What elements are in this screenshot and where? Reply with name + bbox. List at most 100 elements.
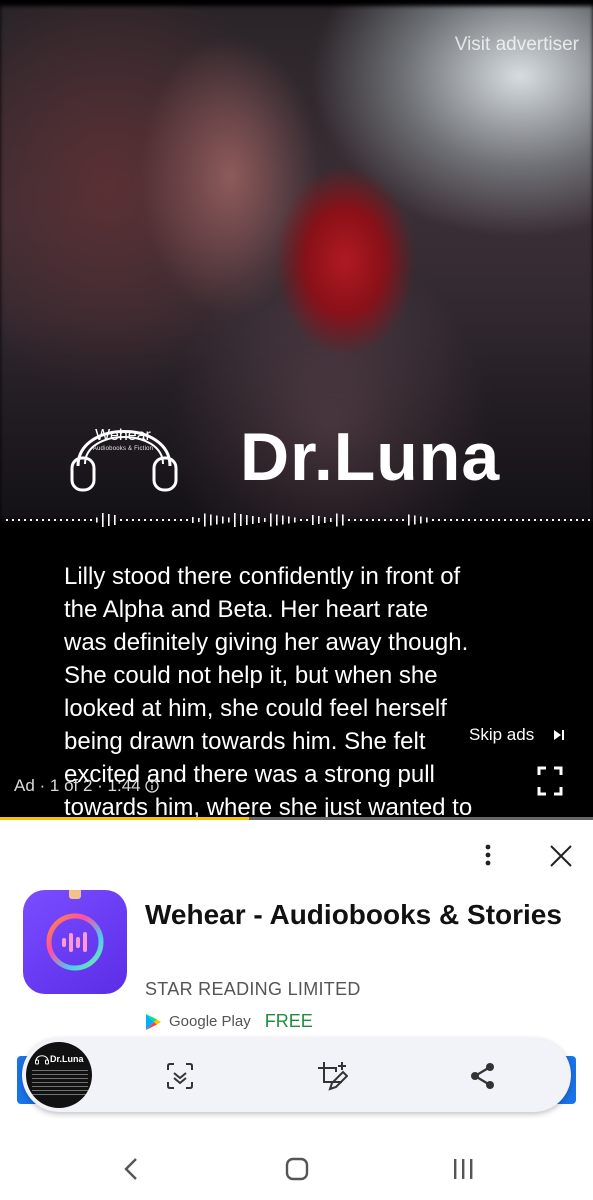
- waveform-tick: [504, 519, 506, 521]
- waveform-tick: [234, 513, 236, 527]
- more-vert-icon[interactable]: [476, 843, 500, 867]
- waveform-tick: [102, 513, 104, 527]
- video-player[interactable]: Visit advertiser Wehear Audiobooks & Fic…: [0, 0, 593, 820]
- logo-tagline: Audiobooks & Fiction: [92, 446, 154, 452]
- waveform-tick: [30, 519, 32, 521]
- home-icon[interactable]: [282, 1156, 312, 1182]
- waveform-tick: [486, 519, 488, 521]
- waveform-tick: [510, 519, 512, 521]
- waveform-tick: [204, 513, 206, 527]
- waveform-tick: [66, 519, 68, 521]
- waveform-tick: [126, 519, 128, 521]
- info-icon[interactable]: [144, 779, 159, 793]
- price-label: FREE: [264, 1011, 313, 1031]
- waveform-tick: [210, 514, 212, 526]
- waveform-tick: [414, 515, 416, 525]
- waveform-tick: [540, 519, 542, 521]
- waveform-tick: [498, 519, 500, 521]
- waveform-tick: [42, 519, 44, 521]
- waveform-tick: [78, 519, 80, 521]
- waveform-tick: [378, 519, 380, 521]
- waveform-tick: [90, 519, 92, 521]
- store-label: Google Play: [169, 1013, 251, 1030]
- fullscreen-icon[interactable]: [537, 766, 563, 796]
- waveform-tick: [546, 519, 548, 521]
- waveform-tick: [96, 517, 98, 523]
- skip-ads-button[interactable]: Skip ads: [455, 720, 577, 750]
- wehear-headphones-logo: Wehear Audiobooks & Fiction: [68, 400, 180, 496]
- share-icon[interactable]: [467, 1060, 499, 1092]
- waveform-tick: [222, 516, 224, 524]
- waveform-tick: [54, 519, 56, 521]
- waveform-tick: [294, 517, 296, 523]
- waveform-tick: [348, 519, 350, 521]
- ad-counter[interactable]: Ad · 1 of 2 · 1:44: [14, 776, 159, 796]
- waveform-tick: [354, 519, 356, 521]
- back-icon[interactable]: [117, 1156, 147, 1182]
- waveform-tick: [246, 515, 248, 525]
- waveform-tick: [18, 519, 20, 521]
- waveform-tick: [270, 513, 272, 527]
- waveform-tick: [24, 519, 26, 521]
- waveform-tick: [180, 519, 182, 521]
- waveform-tick: [570, 519, 572, 521]
- waveform-tick: [480, 519, 482, 521]
- ad-progress-fill: [0, 817, 250, 820]
- waveform-tick: [468, 519, 470, 521]
- waveform-tick: [252, 516, 254, 524]
- crop-edit-icon[interactable]: [316, 1060, 348, 1092]
- video-title: Dr.Luna: [240, 419, 501, 495]
- waveform-tick: [564, 519, 566, 521]
- waveform-tick: [396, 519, 398, 521]
- audio-waveform: [6, 513, 590, 527]
- waveform-tick: [264, 518, 266, 522]
- waveform-tick: [342, 514, 344, 526]
- waveform-tick: [534, 519, 536, 521]
- waveform-tick: [144, 519, 146, 521]
- waveform-tick: [192, 517, 194, 523]
- waveform-tick: [12, 519, 14, 521]
- waveform-tick: [516, 519, 518, 521]
- screenshot-thumbnail[interactable]: Dr.Luna: [26, 1042, 92, 1108]
- waveform-tick: [588, 519, 590, 521]
- app-ad-card[interactable]: Wehear - Audiobooks & Stories STAR READI…: [0, 821, 593, 1071]
- developer-name: STAR READING LIMITED: [145, 979, 361, 999]
- waveform-tick: [336, 513, 338, 527]
- waveform-tick: [312, 515, 314, 525]
- waveform-tick: [438, 519, 440, 521]
- wehear-app-icon[interactable]: [23, 890, 127, 994]
- waveform-tick: [216, 515, 218, 525]
- waveform-tick: [522, 519, 524, 521]
- waveform-tick: [228, 517, 230, 523]
- skip-next-icon: [554, 730, 565, 740]
- recent-apps-icon[interactable]: [448, 1156, 478, 1182]
- waveform-tick: [444, 519, 446, 521]
- visit-advertiser-link[interactable]: Visit advertiser: [455, 34, 579, 56]
- waveform-tick: [132, 519, 134, 521]
- screenshot-toolbar: Dr.Luna: [22, 1038, 571, 1112]
- skip-ads-label: Skip ads: [469, 725, 535, 744]
- waveform-tick: [36, 519, 38, 521]
- close-icon[interactable]: [548, 843, 574, 869]
- logo-wordmark: Wehear: [95, 427, 151, 444]
- waveform-tick: [366, 519, 368, 521]
- waveform-tick: [162, 519, 164, 521]
- waveform-tick: [318, 516, 320, 524]
- audio-ring-icon: [46, 913, 104, 971]
- waveform-tick: [528, 519, 530, 521]
- scroll-capture-icon[interactable]: [164, 1060, 196, 1092]
- waveform-tick: [456, 519, 458, 521]
- waveform-tick: [240, 514, 242, 526]
- waveform-tick: [384, 519, 386, 521]
- app-name[interactable]: Wehear - Audiobooks & Stories: [145, 897, 565, 932]
- waveform-tick: [474, 519, 476, 521]
- waveform-tick: [156, 519, 158, 521]
- google-play-icon: [146, 1013, 161, 1030]
- waveform-tick: [432, 519, 434, 521]
- waveform-tick: [174, 519, 176, 521]
- waveform-tick: [426, 517, 428, 523]
- ad-progress-bar[interactable]: [0, 817, 593, 820]
- waveform-tick: [408, 514, 410, 526]
- waveform-tick: [450, 519, 452, 521]
- waveform-tick: [300, 519, 302, 521]
